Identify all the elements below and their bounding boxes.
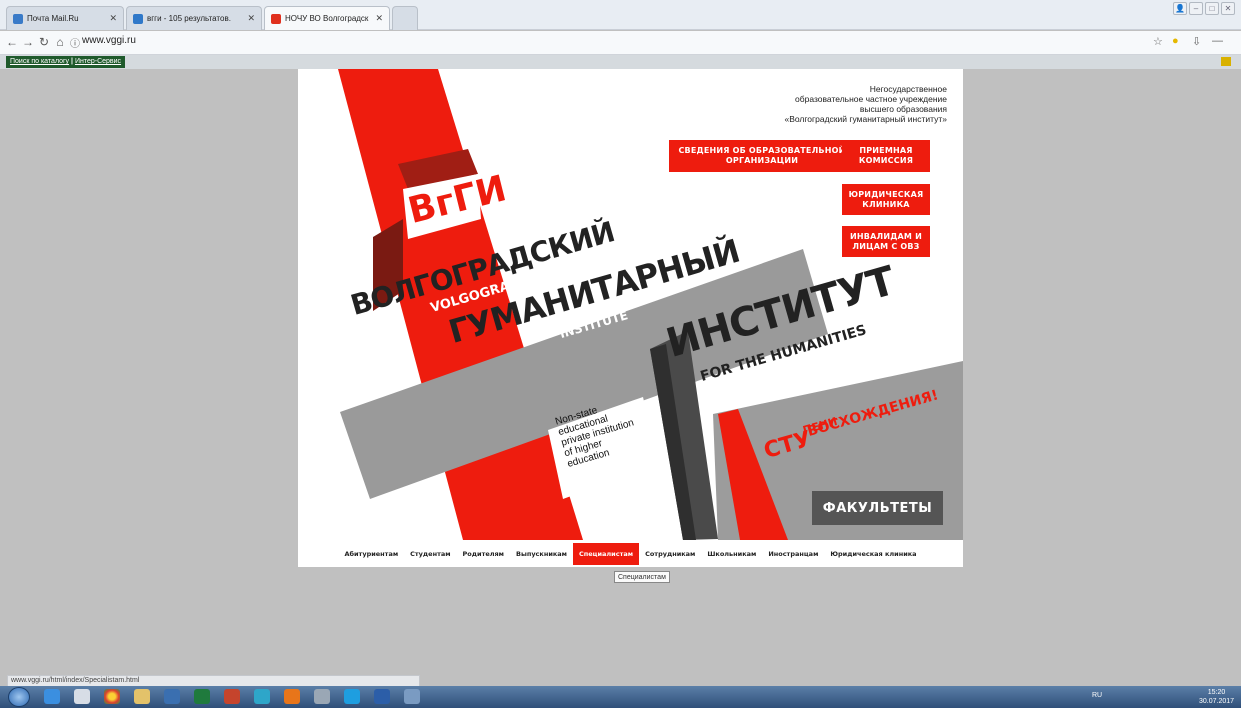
ie-icon[interactable] <box>44 689 60 704</box>
legal-clinic-button[interactable]: ЮРИДИЧЕСКАЯ КЛИНИКА <box>842 184 930 215</box>
app-icon[interactable] <box>314 689 330 704</box>
skype-icon[interactable] <box>344 689 360 704</box>
close-tab-icon[interactable]: ✕ <box>247 13 255 24</box>
reload-icon[interactable]: ↻ <box>36 35 52 49</box>
excel-icon[interactable] <box>194 689 210 704</box>
nav-graduates[interactable]: Выпускникам <box>510 543 573 565</box>
tab-vggi[interactable]: НОЧУ ВО Волгоградск ✕ <box>264 6 390 30</box>
main-navigation: Абитуриентам Студентам Родителям Выпускн… <box>298 540 963 567</box>
clock[interactable]: 15:20 30.07.2017 <box>1199 688 1234 706</box>
close-window-icon[interactable]: ✕ <box>1221 2 1235 15</box>
close-tab-icon[interactable]: ✕ <box>375 13 383 24</box>
disabled-access-button[interactable]: ИНВАЛИДАМ И ЛИЦАМ С ОВЗ <box>842 226 930 257</box>
start-button[interactable] <box>8 687 30 707</box>
language-indicator[interactable]: RU <box>1092 692 1102 699</box>
tab-label: вгги - 105 результатов. <box>147 14 231 23</box>
extension-icon[interactable]: ● <box>1172 35 1179 47</box>
nav-tooltip: Специалистам <box>614 571 670 583</box>
media-player-icon[interactable] <box>164 689 180 704</box>
info-button[interactable]: СВЕДЕНИЯ ОБ ОБРАЗОВАТЕЛЬНОЙ ОРГАНИЗАЦИИ <box>669 140 855 172</box>
nav-legal-clinic[interactable]: Юридическая клиника <box>824 543 922 565</box>
bookmark-separator: | <box>71 58 73 65</box>
app-icon[interactable] <box>254 689 270 704</box>
bookmark-star-icon[interactable]: ☆ <box>1153 35 1163 48</box>
window-controls: 👤 – □ ✕ <box>1173 2 1235 15</box>
tab-search[interactable]: вгги - 105 результатов. ✕ <box>126 6 262 30</box>
bookmarks-bar: Поиск по каталогу | Интер-Сервис <box>0 55 1241 69</box>
clock-time: 15:20 <box>1207 689 1226 696</box>
paint-icon[interactable] <box>404 689 420 704</box>
mail-favicon-icon <box>13 13 23 24</box>
nav-foreigners[interactable]: Иностранцам <box>762 543 824 565</box>
close-tab-icon[interactable]: ✕ <box>109 13 117 24</box>
user-profile-icon[interactable]: 👤 <box>1173 2 1187 15</box>
tab-mail[interactable]: Почта Mail.Ru ✕ <box>6 6 124 30</box>
forward-icon[interactable]: → <box>20 35 36 49</box>
bookmark-catalog-search[interactable]: Поиск по каталогу <box>10 58 69 65</box>
website-page: Негосударственное образовательное частно… <box>298 69 963 567</box>
new-tab-button[interactable] <box>392 6 418 30</box>
browser-toolbar: ← → ↻ ⌂ ⓘ www.vggi.ru ☆ ● ⇩ — <box>0 31 1241 55</box>
chrome-icon[interactable] <box>104 689 120 704</box>
org-line: Негосударственное <box>869 84 947 94</box>
clock-date: 30.07.2017 <box>1199 698 1235 705</box>
tab-label: НОЧУ ВО Волгоградск <box>285 14 369 23</box>
notepad-icon[interactable] <box>74 689 90 704</box>
address-bar[interactable]: www.vggi.ru <box>82 35 136 46</box>
admission-button[interactable]: ПРИЕМНАЯ КОМИССИЯ <box>842 140 930 172</box>
back-icon[interactable]: ← <box>4 35 20 49</box>
nav-students[interactable]: Студентам <box>404 543 456 565</box>
info-icon[interactable]: ⓘ <box>67 35 83 50</box>
org-description: Негосударственное образовательное частно… <box>687 84 947 124</box>
org-line: «Волгоградский гуманитарный институт» <box>784 114 947 124</box>
nav-parents[interactable]: Родителям <box>457 543 510 565</box>
explorer-icon[interactable] <box>134 689 150 704</box>
vggi-favicon-icon <box>271 13 281 24</box>
powerpoint-icon[interactable] <box>224 689 240 704</box>
minimize-icon[interactable]: – <box>1189 2 1203 15</box>
windows-taskbar: RU 15:20 30.07.2017 <box>0 686 1241 708</box>
browser-tab-bar: Почта Mail.Ru ✕ вгги - 105 результатов. … <box>0 0 1241 30</box>
firefox-icon[interactable] <box>284 689 300 704</box>
nav-specialists[interactable]: Специалистам <box>572 542 640 565</box>
menu-icon[interactable]: — <box>1212 35 1223 47</box>
nav-applicants[interactable]: Абитуриентам <box>338 543 404 565</box>
bookmark-strip: Поиск по каталогу | Интер-Сервис <box>6 56 126 68</box>
download-icon[interactable]: ⇩ <box>1192 35 1201 48</box>
bookmarks-folder-icon[interactable] <box>1221 57 1231 66</box>
word-icon[interactable] <box>374 689 390 704</box>
org-line: образовательное частное учреждение <box>795 94 947 104</box>
bookmark-inter-service[interactable]: Интер-Сервис <box>75 58 121 65</box>
maximize-icon[interactable]: □ <box>1205 2 1219 15</box>
faculties-button[interactable]: ФАКУЛЬТЕТЫ <box>812 491 943 525</box>
tab-label: Почта Mail.Ru <box>27 14 79 23</box>
org-line: высшего образования <box>859 104 947 114</box>
nav-employees[interactable]: Сотрудникам <box>639 543 701 565</box>
nav-schoolchildren[interactable]: Школьникам <box>701 543 762 565</box>
home-icon[interactable]: ⌂ <box>52 35 68 49</box>
search-favicon-icon <box>133 13 143 24</box>
